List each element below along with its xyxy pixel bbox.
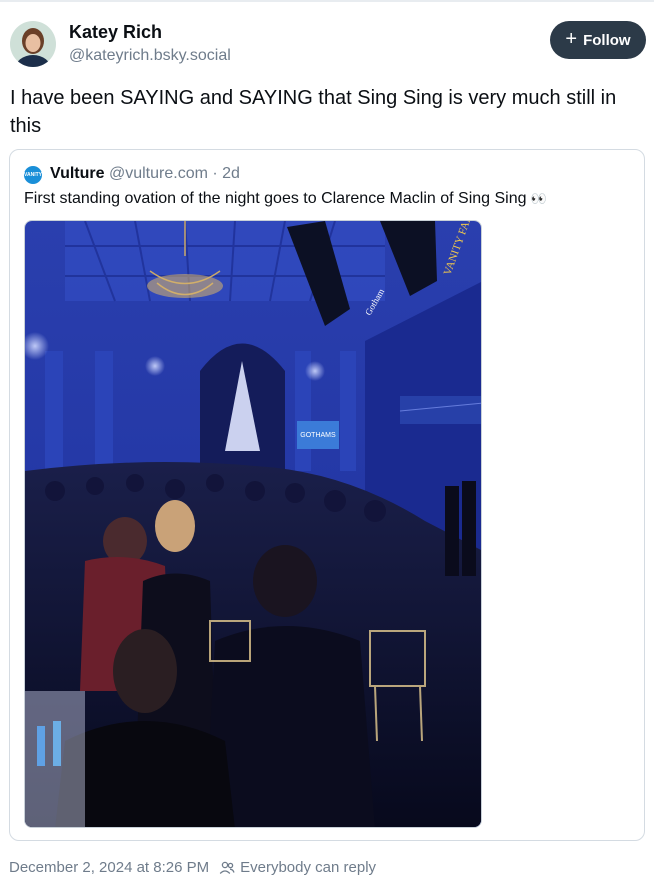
author-handle[interactable]: @kateyrich.bsky.social (69, 47, 231, 65)
eyes-emoji-icon: 👀 (530, 191, 547, 206)
follow-button[interactable]: + Follow (550, 21, 646, 59)
quote-text: First standing ovation of the night goes… (24, 190, 547, 208)
quote-separator: · (212, 165, 218, 182)
plus-icon: + (565, 28, 578, 50)
quote-author-avatar: VANITY (24, 166, 42, 184)
quote-image[interactable]: GOTHAMS VANITY FAIR Gotham (24, 220, 482, 828)
quote-text-body: First standing ovation of the night goes… (24, 190, 527, 207)
author-avatar[interactable] (10, 21, 56, 67)
post-text: I have been SAYING and SAYING that Sing … (10, 87, 617, 137)
quote-avatar-text: VANITY (24, 172, 42, 178)
stage-screen-text: GOTHAMS (300, 432, 336, 439)
post-timestamp[interactable]: December 2, 2024 at 8:26 PM (9, 859, 209, 876)
top-divider (0, 0, 654, 2)
people-icon (219, 861, 235, 875)
quote-header: Vulture @vulture.com · 2d (50, 165, 240, 183)
quoted-post-card[interactable]: VANITY Vulture @vulture.com · 2d First s… (9, 149, 645, 841)
follow-button-label: Follow (583, 31, 631, 49)
quote-author-name[interactable]: Vulture (50, 165, 105, 182)
reply-setting[interactable]: Everybody can reply (240, 859, 376, 876)
post-footer: December 2, 2024 at 8:26 PM Everybody ca… (9, 859, 376, 876)
author-display-name[interactable]: Katey Rich (69, 22, 162, 43)
quote-time: 2d (222, 165, 240, 182)
quote-author-handle[interactable]: @vulture.com (109, 165, 208, 182)
